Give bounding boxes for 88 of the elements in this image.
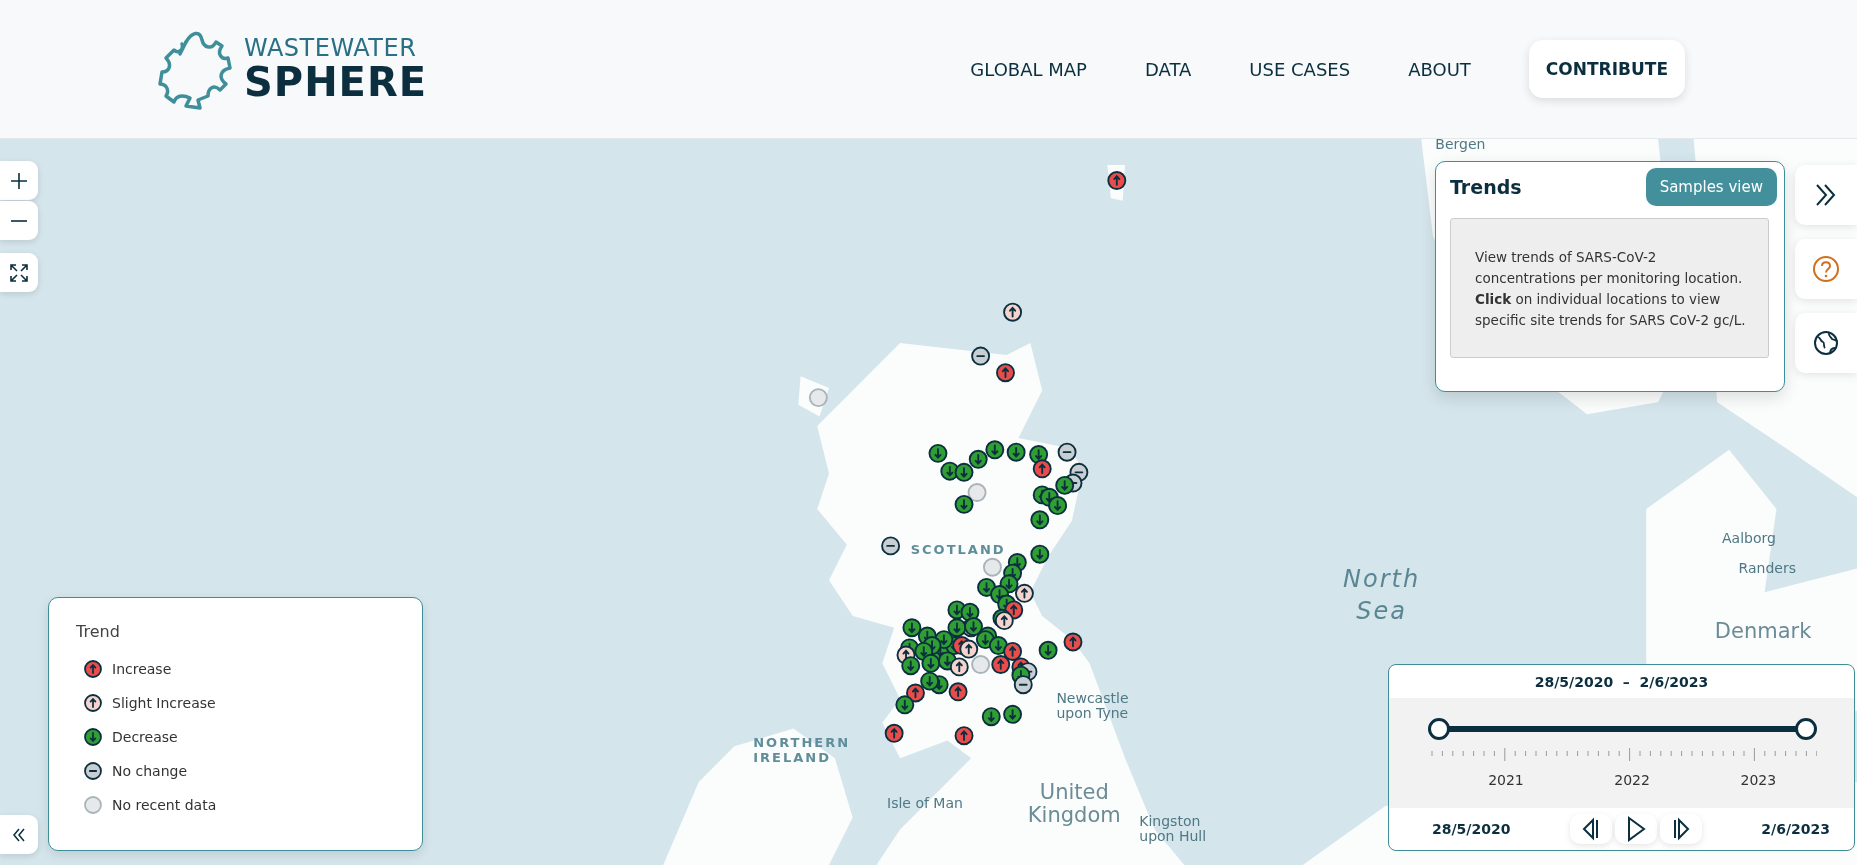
help-button[interactable] bbox=[1795, 239, 1857, 299]
map-label: Randers bbox=[1738, 560, 1796, 576]
trend-marker[interactable] bbox=[884, 723, 904, 743]
legend-label: Decrease bbox=[112, 729, 178, 745]
play-button[interactable] bbox=[1614, 814, 1657, 844]
trend-marker[interactable] bbox=[1013, 675, 1033, 695]
trend-marker[interactable] bbox=[968, 449, 988, 469]
map-label: Kingston upon Hull bbox=[1139, 814, 1208, 845]
expand-panel-button[interactable] bbox=[1795, 165, 1857, 225]
trend-marker[interactable] bbox=[1030, 510, 1050, 530]
samples-view-button[interactable]: Samples view bbox=[1645, 168, 1777, 206]
trend-marker[interactable] bbox=[1107, 171, 1127, 190]
step-back-icon bbox=[1581, 817, 1600, 841]
map-label: SCOTLAND bbox=[910, 542, 1006, 558]
legend-label: Increase bbox=[112, 661, 172, 677]
trend-marker[interactable] bbox=[949, 657, 969, 677]
nav-link[interactable]: USE CASES bbox=[1249, 58, 1351, 80]
trend-marker[interactable] bbox=[1038, 640, 1058, 660]
nav-link[interactable]: ABOUT bbox=[1408, 58, 1471, 80]
legend-marker-icon[interactable] bbox=[84, 796, 102, 814]
map-label: Isle of Man bbox=[887, 796, 963, 812]
logo-wordmark-top: WASTEWATER bbox=[244, 34, 418, 62]
trend-marker[interactable] bbox=[1003, 302, 1023, 322]
trend-marker[interactable] bbox=[901, 656, 921, 676]
trend-marker[interactable] bbox=[881, 536, 901, 556]
end-date: 2/6/2023 bbox=[1761, 821, 1830, 837]
double-chevron-left-icon bbox=[11, 826, 27, 843]
trend-marker[interactable] bbox=[954, 462, 974, 482]
fullscreen-icon bbox=[10, 263, 28, 282]
map-label: Bergen bbox=[1435, 139, 1486, 153]
nav-link[interactable]: DATA bbox=[1145, 58, 1192, 80]
trend-marker[interactable] bbox=[1014, 583, 1034, 603]
plus-icon bbox=[10, 171, 28, 190]
trend-marker[interactable] bbox=[971, 346, 991, 366]
legend-label: Slight Increase bbox=[112, 695, 216, 711]
trend-marker[interactable] bbox=[954, 494, 974, 514]
contribute-button[interactable]: CONTRIBUTE bbox=[1528, 40, 1685, 98]
fullscreen-button[interactable] bbox=[0, 253, 38, 292]
trend-marker[interactable] bbox=[996, 363, 1015, 383]
slider-handle[interactable] bbox=[1795, 718, 1817, 740]
legend-title: Trend bbox=[76, 622, 121, 641]
trend-marker[interactable] bbox=[1063, 632, 1083, 652]
info-text: View trends of SARS-CoV-2 concentrations per monitoring location. Click on individual locations to view specific site trends for SARS CoV-2 gc/L. bbox=[1450, 218, 1769, 358]
trend-marker[interactable] bbox=[967, 483, 987, 502]
map-label: Newcastle upon Tyne bbox=[1056, 690, 1130, 722]
logo-wordmark: SPHERE bbox=[244, 61, 428, 104]
trend-marker[interactable] bbox=[1030, 544, 1050, 564]
trend-marker[interactable] bbox=[902, 618, 922, 638]
zoom-in-button[interactable] bbox=[0, 161, 38, 200]
trend-marker[interactable] bbox=[954, 726, 974, 746]
play-icon bbox=[1625, 816, 1646, 842]
help-icon bbox=[1812, 255, 1840, 283]
legend-label: No change bbox=[112, 763, 187, 779]
zoom-out-button[interactable] bbox=[0, 201, 38, 240]
map-label: Aalborg bbox=[1721, 531, 1776, 547]
trend-marker[interactable] bbox=[895, 695, 915, 715]
legend-marker-icon[interactable] bbox=[84, 660, 102, 678]
step-forward-button[interactable] bbox=[1659, 814, 1702, 844]
legend-marker-icon[interactable] bbox=[84, 694, 102, 712]
slider-handle[interactable] bbox=[1428, 718, 1450, 740]
map-label: NORTHERN IRELAND bbox=[753, 735, 852, 766]
legend-marker-icon[interactable] bbox=[84, 762, 102, 780]
trend-marker[interactable] bbox=[981, 707, 1001, 727]
trend-marker[interactable] bbox=[985, 440, 1005, 460]
trend-marker[interactable] bbox=[1006, 442, 1026, 462]
trend-marker[interactable] bbox=[1003, 704, 1023, 724]
map-label: North Sea bbox=[1342, 563, 1422, 628]
collapse-button[interactable] bbox=[0, 815, 38, 854]
panel-title: Trends bbox=[1450, 176, 1522, 198]
start-date: 28/5/2020 bbox=[1432, 821, 1511, 837]
year-label: 2021 bbox=[1488, 772, 1524, 788]
trend-marker[interactable] bbox=[948, 682, 968, 702]
year-label: 2022 bbox=[1614, 772, 1650, 788]
globe-icon bbox=[1813, 330, 1839, 356]
map-label: Denmark bbox=[1714, 619, 1812, 643]
trend-marker[interactable] bbox=[983, 557, 1002, 577]
trend-marker[interactable] bbox=[1057, 442, 1077, 462]
trend-marker[interactable] bbox=[1032, 459, 1052, 479]
legend-label: No recent data bbox=[112, 797, 217, 813]
legend-marker-icon[interactable] bbox=[84, 728, 102, 746]
globe-button[interactable] bbox=[1795, 313, 1857, 373]
date-range-text: 28/5/2020 – 2/6/2023 bbox=[1533, 673, 1710, 692]
year-label: 2023 bbox=[1740, 772, 1777, 788]
step-back-button[interactable] bbox=[1569, 814, 1612, 844]
trend-marker[interactable] bbox=[928, 443, 948, 463]
step-forward-icon bbox=[1671, 817, 1690, 841]
minus-icon bbox=[10, 219, 28, 222]
nav-link[interactable]: GLOBAL MAP bbox=[970, 58, 1087, 80]
